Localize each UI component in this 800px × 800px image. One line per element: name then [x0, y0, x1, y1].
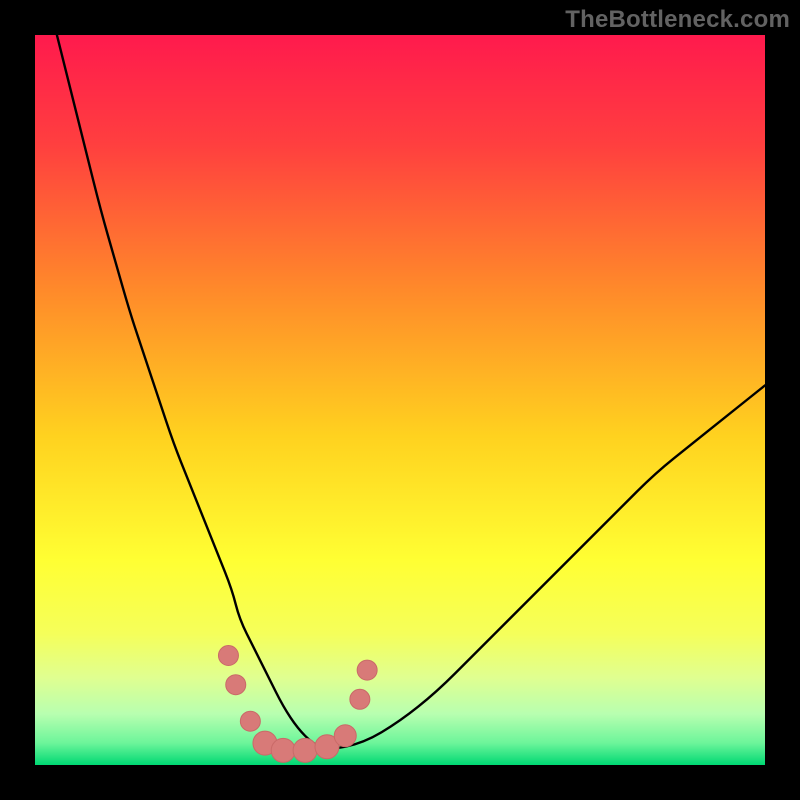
- curve-marker: [293, 738, 317, 762]
- outer-frame: TheBottleneck.com: [0, 0, 800, 800]
- watermark-text: TheBottleneck.com: [565, 6, 790, 34]
- curve-marker: [218, 646, 238, 666]
- curve-marker: [226, 675, 246, 695]
- plot-area: [35, 35, 765, 765]
- curve-marker: [350, 689, 370, 709]
- curve-marker: [240, 711, 260, 731]
- curve-marker: [357, 660, 377, 680]
- curve-marker: [334, 725, 356, 747]
- curve-marker: [271, 738, 295, 762]
- chart-svg: [35, 35, 765, 765]
- gradient-background: [35, 35, 765, 765]
